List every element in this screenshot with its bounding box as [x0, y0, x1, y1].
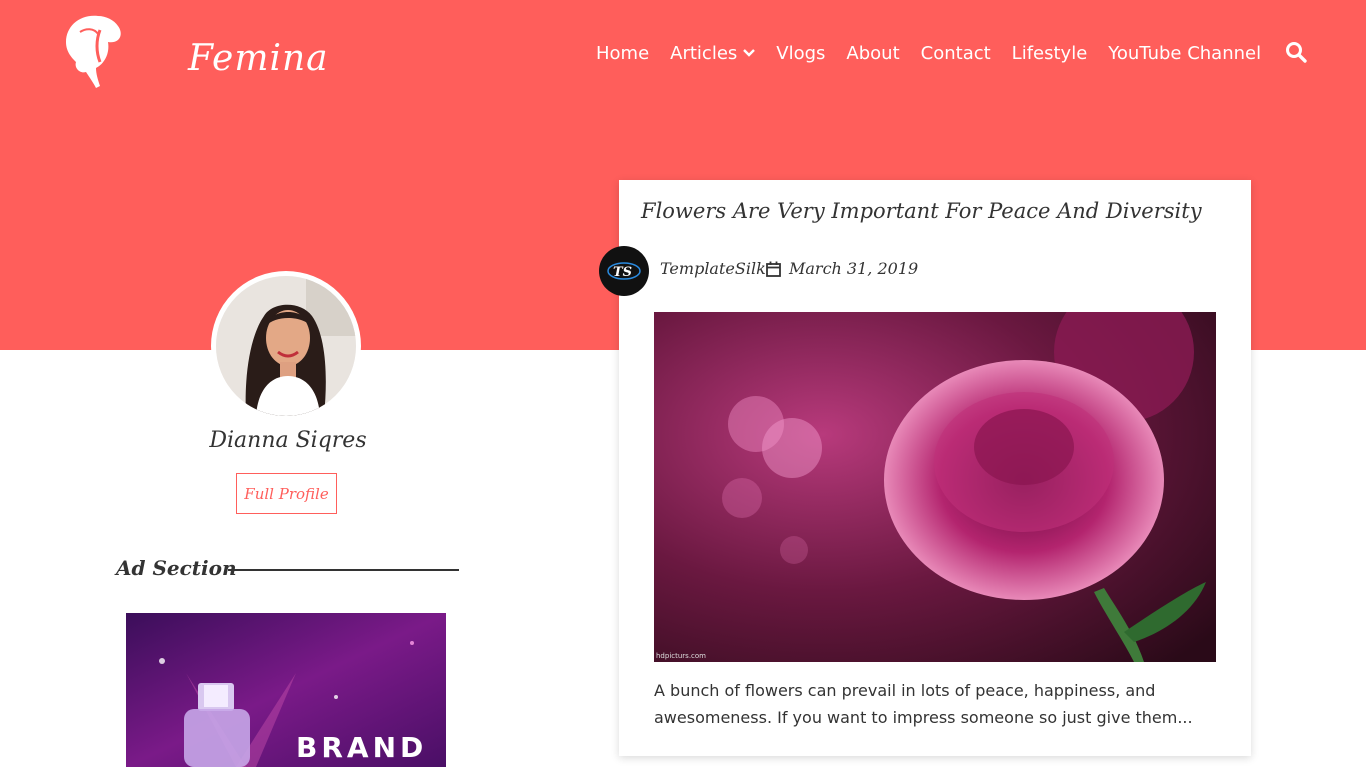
- templatesilk-logo-icon: TS: [607, 262, 641, 280]
- brand-ad-image: BRAND: [126, 613, 446, 767]
- search-icon[interactable]: [1284, 40, 1308, 64]
- nav-home[interactable]: Home: [596, 43, 649, 64]
- nav-youtube-label: YouTube Channel: [1108, 42, 1262, 64]
- nav-home-label: Home: [596, 42, 650, 64]
- author-avatar[interactable]: TS: [599, 246, 649, 296]
- profile-name: Dianna Siqres: [209, 428, 367, 453]
- nav-contact[interactable]: Contact: [921, 43, 991, 64]
- nav-about[interactable]: About: [846, 43, 899, 64]
- post-featured-image[interactable]: hdpicturs.com: [654, 312, 1216, 662]
- image-credit: hdpicturs.com: [656, 652, 706, 660]
- profile-avatar: [211, 271, 361, 421]
- chevron-down-icon: [743, 49, 756, 57]
- nav-youtube-channel[interactable]: YouTube Channel: [1108, 43, 1261, 64]
- nav-articles-label: Articles: [670, 42, 738, 64]
- nav-about-label: About: [846, 42, 900, 64]
- ad-brand-text: BRAND: [296, 731, 427, 764]
- nav-lifestyle-label: Lifestyle: [1011, 42, 1088, 64]
- nav-vlogs[interactable]: Vlogs: [776, 43, 825, 64]
- nav-articles[interactable]: Articles: [670, 42, 756, 64]
- post-excerpt: A bunch of flowers can prevail in lots o…: [654, 681, 1193, 727]
- nav-contact-label: Contact: [920, 42, 991, 64]
- post-date: March 31, 2019: [789, 259, 919, 278]
- post-title[interactable]: Flowers Are Very Important For Peace And…: [641, 199, 1202, 223]
- flower-photo: hdpicturs.com: [654, 312, 1216, 662]
- main-nav: Home Articles Vlogs About Contact Lifest…: [596, 40, 1282, 66]
- post-author[interactable]: TemplateSilk: [660, 259, 766, 278]
- nav-vlogs-label: Vlogs: [776, 42, 826, 64]
- profile-photo: [216, 276, 356, 416]
- ad-section-divider: [228, 569, 459, 571]
- ad-banner[interactable]: BRAND: [126, 613, 446, 767]
- site-logo[interactable]: Femina: [60, 12, 328, 90]
- logo-text: Femina: [188, 38, 329, 79]
- ad-section-title: Ad Section: [116, 556, 237, 580]
- calendar-icon: [766, 261, 781, 277]
- nav-lifestyle[interactable]: Lifestyle: [1012, 43, 1088, 64]
- woman-silhouette-icon: [66, 15, 121, 89]
- author-badge-text: TS: [613, 265, 632, 280]
- full-profile-button[interactable]: Full Profile: [236, 473, 337, 514]
